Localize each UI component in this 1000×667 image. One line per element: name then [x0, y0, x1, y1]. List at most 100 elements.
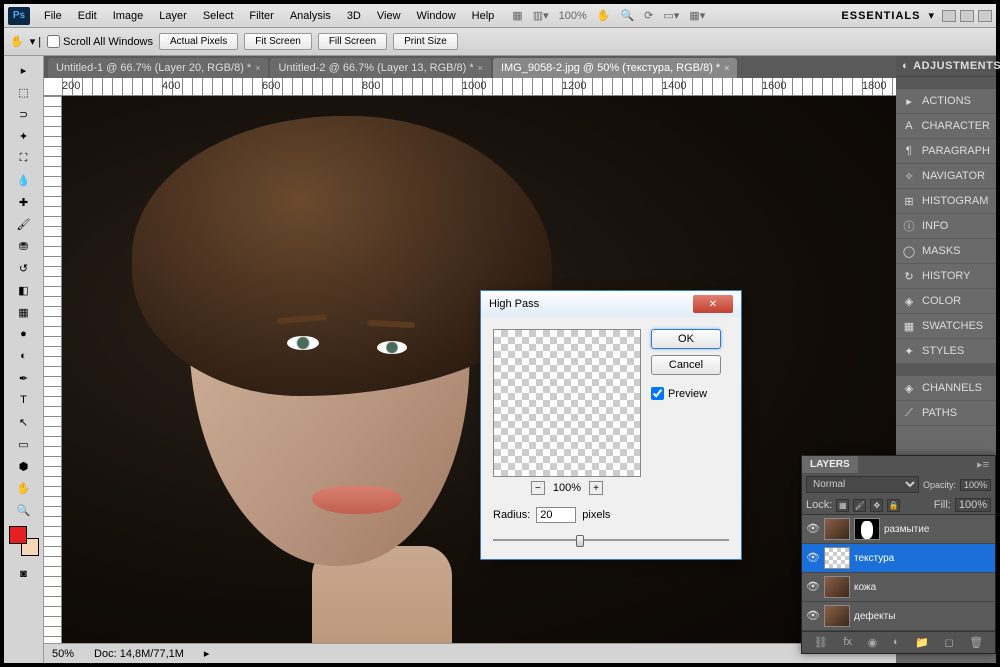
- menu-select[interactable]: Select: [195, 6, 242, 26]
- shape-tool[interactable]: ▭: [10, 434, 38, 454]
- history-brush-tool[interactable]: ↺: [10, 258, 38, 278]
- radius-input[interactable]: [536, 507, 576, 523]
- menu-help[interactable]: Help: [464, 6, 503, 26]
- document-tab[interactable]: Untitled-1 @ 66.7% (Layer 20, RGB/8) *×: [48, 58, 268, 78]
- preview-thumbnail[interactable]: [493, 329, 641, 477]
- gradient-tool[interactable]: ▦: [10, 302, 38, 322]
- visibility-icon[interactable]: 👁: [806, 609, 820, 623]
- ok-button[interactable]: OK: [651, 329, 721, 349]
- launch-bridge-icon[interactable]: ▦: [512, 9, 522, 22]
- layer-name[interactable]: текстура: [854, 553, 991, 564]
- stamp-tool[interactable]: ⛃: [10, 236, 38, 256]
- link-layers-icon[interactable]: ⛓: [814, 636, 828, 649]
- adjustments-panel-header[interactable]: ◐ADJUSTMENTS: [896, 56, 996, 77]
- panel-histogram[interactable]: ⊞HISTOGRAM: [896, 189, 996, 214]
- workspace-dropdown-icon[interactable]: ▾: [928, 9, 934, 22]
- panel-paragraph[interactable]: ¶PARAGRAPH: [896, 139, 996, 164]
- document-tab[interactable]: IMG_9058-2.jpg @ 50% (текстура, RGB/8) *…: [493, 58, 738, 78]
- color-swatches[interactable]: [9, 526, 39, 556]
- panel-menu-icon[interactable]: ▸≡: [971, 458, 995, 471]
- layer-row[interactable]: 👁 текстура: [802, 544, 995, 573]
- dialog-close-button[interactable]: ✕: [693, 295, 733, 313]
- layer-thumbnail[interactable]: [824, 518, 850, 540]
- menu-3d[interactable]: 3D: [339, 6, 369, 26]
- ruler-horizontal[interactable]: 2004006008001000120014001600180020002200: [44, 78, 896, 96]
- status-arrow-icon[interactable]: ▸: [204, 647, 210, 660]
- lock-transparent-icon[interactable]: ▦: [836, 499, 849, 512]
- option-fit-screen[interactable]: Fit Screen: [244, 33, 312, 50]
- document-tab[interactable]: Untitled-2 @ 66.7% (Layer 13, RGB/8) *×: [270, 58, 490, 78]
- adjustment-layer-icon[interactable]: ◐: [893, 636, 900, 649]
- ruler-vertical[interactable]: [44, 96, 62, 643]
- canvas-viewport[interactable]: [62, 96, 896, 643]
- option-actual-pixels[interactable]: Actual Pixels: [159, 33, 238, 50]
- healing-tool[interactable]: ✚: [10, 192, 38, 212]
- layer-row[interactable]: 👁дефекты: [802, 602, 995, 631]
- option-print-size[interactable]: Print Size: [393, 33, 458, 50]
- path-tool[interactable]: ↖: [10, 412, 38, 432]
- lock-position-icon[interactable]: ✥: [870, 499, 883, 512]
- menu-filter[interactable]: Filter: [241, 6, 281, 26]
- 3d-tool[interactable]: ⬢: [10, 456, 38, 476]
- opacity-value[interactable]: 100%: [960, 479, 991, 491]
- layer-row[interactable]: 👁 размытие: [802, 515, 995, 544]
- panel-swatches[interactable]: ▦SWATCHES: [896, 314, 996, 339]
- panel-info[interactable]: ⓘINFO: [896, 214, 996, 239]
- layer-thumbnail[interactable]: [824, 547, 850, 569]
- magic-wand-tool[interactable]: ✦: [10, 126, 38, 146]
- preview-checkbox[interactable]: Preview: [651, 387, 721, 400]
- close-tab-icon[interactable]: ×: [478, 63, 483, 73]
- extras-icon[interactable]: ▦▾: [689, 9, 705, 22]
- add-mask-icon[interactable]: ◉: [868, 636, 878, 649]
- hand-icon[interactable]: ✋: [597, 9, 611, 22]
- hand-tool[interactable]: ✋: [10, 478, 38, 498]
- marquee-tool[interactable]: ⬚: [10, 82, 38, 102]
- cancel-button[interactable]: Cancel: [651, 355, 721, 375]
- close-window-button[interactable]: [978, 10, 992, 22]
- menu-image[interactable]: Image: [105, 6, 152, 26]
- maximize-button[interactable]: [960, 10, 974, 22]
- new-group-icon[interactable]: 📁: [915, 636, 929, 649]
- panel-masks[interactable]: ◯MASKS: [896, 239, 996, 264]
- type-tool[interactable]: T: [10, 390, 38, 410]
- dialog-titlebar[interactable]: High Pass ✕: [481, 291, 741, 317]
- zoom-tool[interactable]: 🔍: [10, 500, 38, 520]
- close-tab-icon[interactable]: ×: [724, 63, 729, 73]
- panel-styles[interactable]: ✦STYLES: [896, 339, 996, 364]
- panel-color[interactable]: ◈COLOR: [896, 289, 996, 314]
- arrange-icon[interactable]: ▥▾: [533, 9, 549, 22]
- layer-thumbnail[interactable]: [824, 605, 850, 627]
- mask-thumbnail[interactable]: [854, 518, 880, 540]
- new-layer-icon[interactable]: ◻: [944, 636, 953, 649]
- layer-thumbnail[interactable]: [824, 576, 850, 598]
- visibility-icon[interactable]: 👁: [806, 522, 820, 536]
- radius-slider[interactable]: [493, 533, 729, 547]
- menu-edit[interactable]: Edit: [70, 6, 105, 26]
- brush-tool[interactable]: 🖌: [10, 214, 38, 234]
- scroll-all-checkbox[interactable]: Scroll All Windows: [47, 35, 153, 48]
- panel-actions[interactable]: ▸ACTIONS: [896, 89, 996, 114]
- blur-tool[interactable]: ●: [10, 324, 38, 344]
- menu-layer[interactable]: Layer: [151, 6, 195, 26]
- move-tool[interactable]: ▸: [10, 60, 38, 80]
- eraser-tool[interactable]: ◧: [10, 280, 38, 300]
- lasso-tool[interactable]: ⊃: [10, 104, 38, 124]
- panel-paths[interactable]: ⟋PATHS: [896, 401, 996, 426]
- visibility-icon[interactable]: 👁: [806, 551, 820, 565]
- panel-history[interactable]: ↻HISTORY: [896, 264, 996, 289]
- lock-all-icon[interactable]: 🔒: [887, 499, 900, 512]
- fx-icon[interactable]: fx: [843, 636, 852, 649]
- menu-view[interactable]: View: [369, 6, 409, 26]
- option-fill-screen[interactable]: Fill Screen: [318, 33, 387, 50]
- layers-tab[interactable]: LAYERS: [802, 456, 858, 473]
- hand-tool-icon[interactable]: ✋: [10, 35, 24, 48]
- lock-image-icon[interactable]: 🖌: [853, 499, 866, 512]
- zoom-in-button[interactable]: +: [589, 481, 603, 495]
- fg-color-swatch[interactable]: [9, 526, 27, 544]
- panel-navigator[interactable]: ✧NAVIGATOR: [896, 164, 996, 189]
- panel-channels[interactable]: ◈CHANNELS: [896, 376, 996, 401]
- close-tab-icon[interactable]: ×: [255, 63, 260, 73]
- layer-name[interactable]: размытие: [884, 524, 991, 535]
- zoom-level[interactable]: 50%: [52, 648, 74, 660]
- layer-name[interactable]: кожа: [854, 582, 991, 593]
